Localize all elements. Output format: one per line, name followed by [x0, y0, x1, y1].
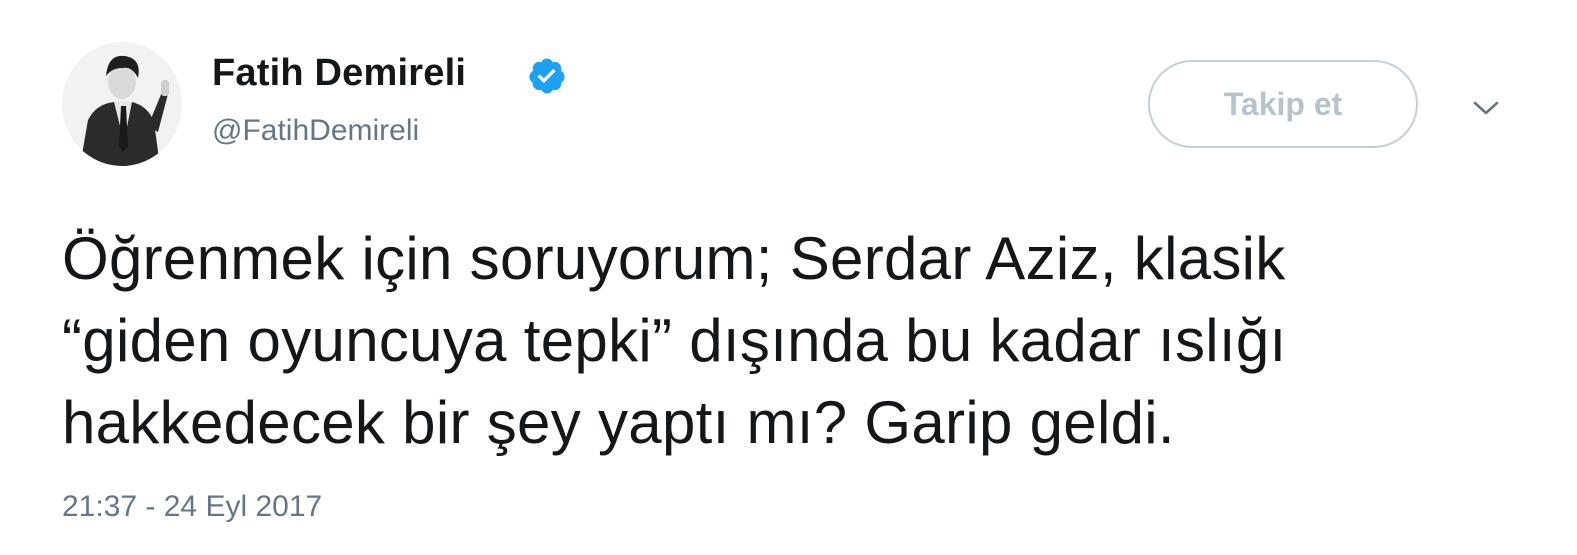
tweet-card: Fatih Demireli @FatihDemireli Takip et Ö…: [0, 0, 1577, 555]
verified-badge-icon: [527, 56, 567, 96]
display-name[interactable]: Fatih Demireli: [212, 52, 466, 95]
chevron-down-icon: [1473, 101, 1499, 115]
user-handle[interactable]: @FatihDemireli: [212, 114, 419, 148]
follow-button[interactable]: Takip et: [1148, 60, 1418, 148]
tweet-text: Öğrenmek için soruyorum; Serdar Aziz, kl…: [62, 218, 1542, 464]
avatar-photo: [62, 42, 182, 166]
tweet-text-line: “giden oyuncuya tepki” dışında bu kadar …: [62, 307, 1287, 374]
tweet-text-line: hakkedecek bir şey yaptı mı? Garip geldi…: [62, 389, 1175, 456]
more-options-button[interactable]: [1466, 92, 1506, 124]
avatar[interactable]: [62, 42, 182, 166]
tweet-text-line: Öğrenmek için soruyorum; Serdar Aziz, kl…: [62, 225, 1286, 292]
tweet-timestamp[interactable]: 21:37 - 24 Eyl 2017: [62, 490, 322, 524]
